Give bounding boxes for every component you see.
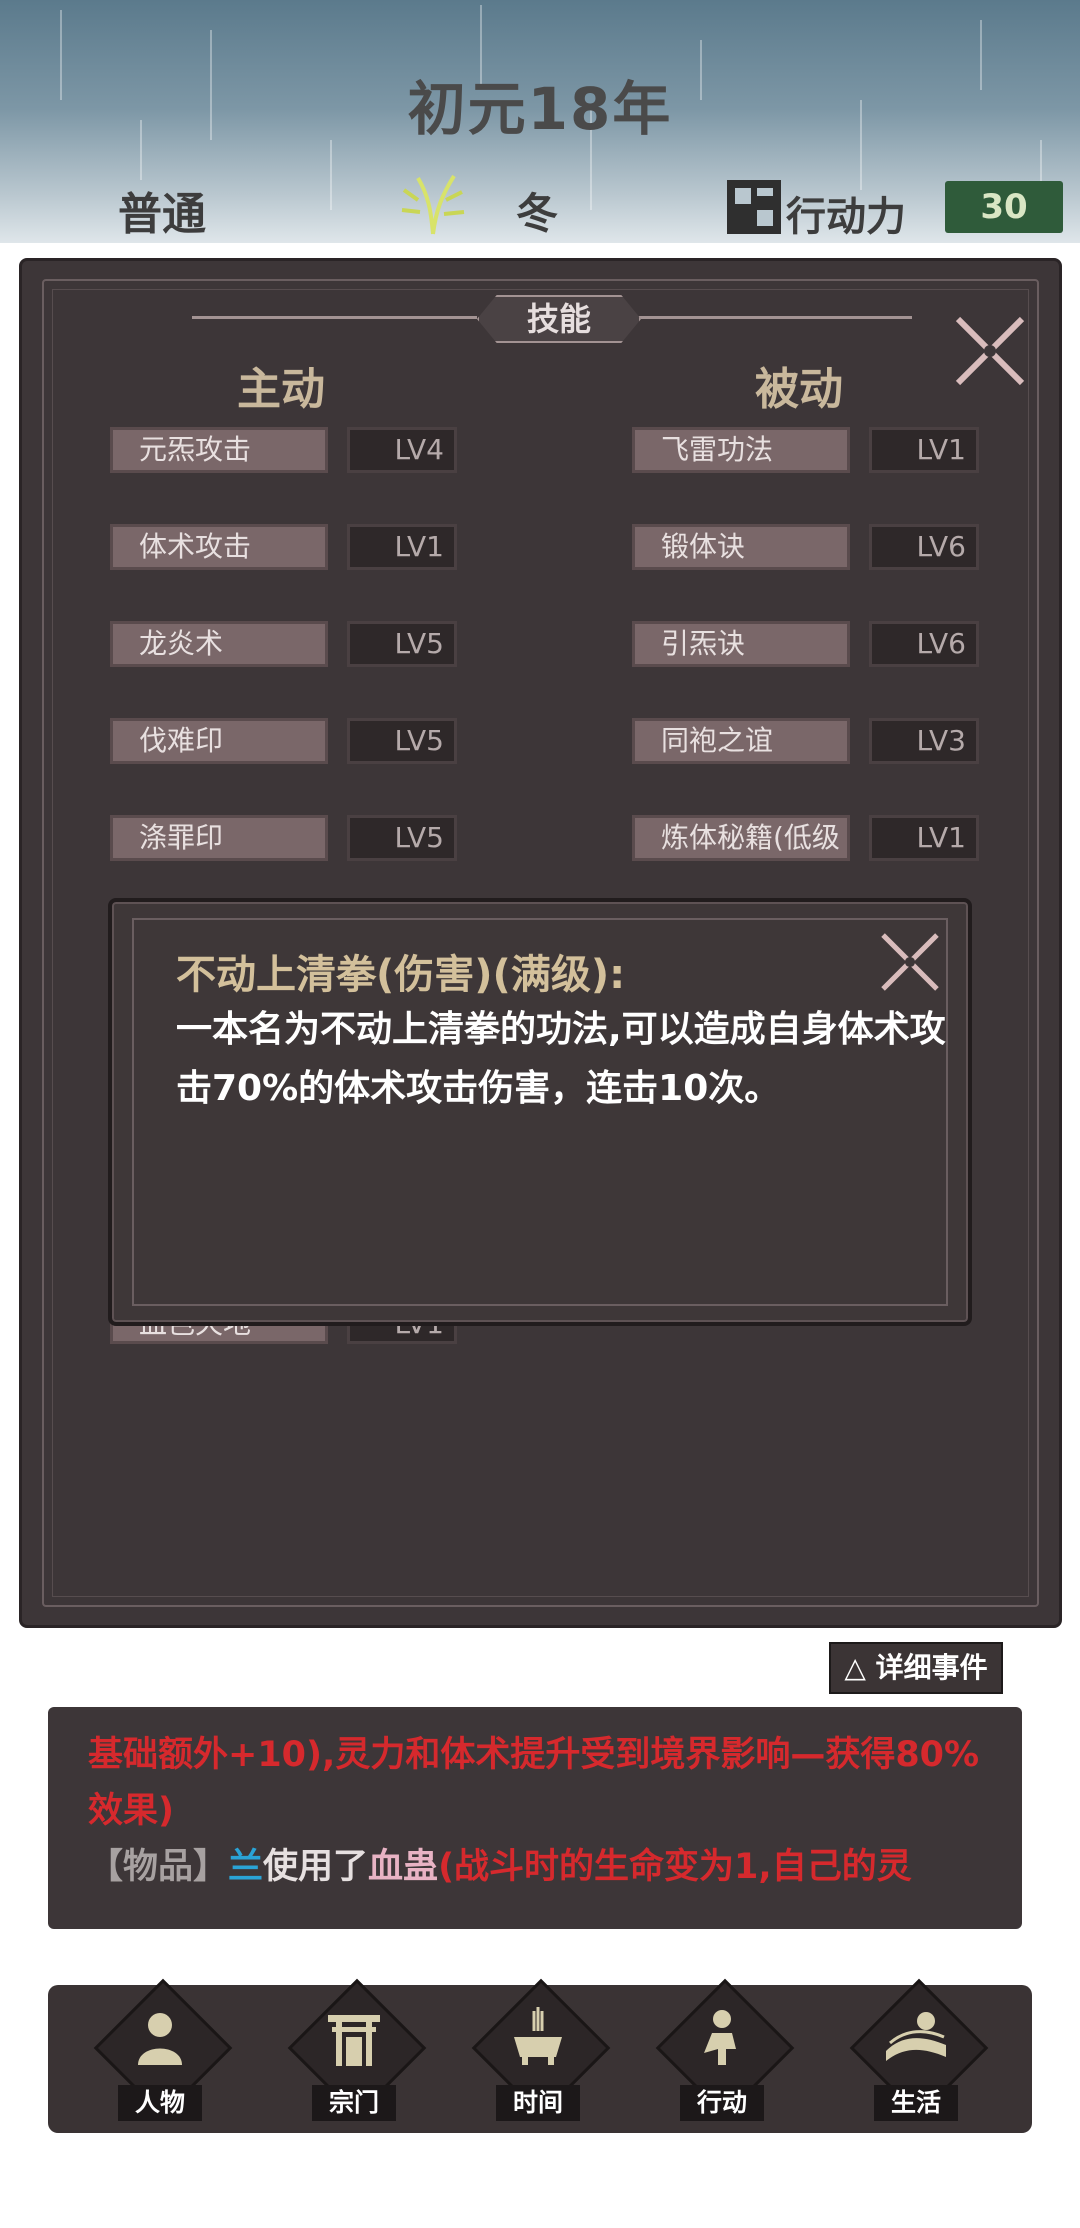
- skill-level: LV6: [869, 621, 979, 667]
- skill-detail-title: 不动上清拳(伤害)(满级):: [176, 952, 626, 998]
- nav-sect[interactable]: 宗门: [284, 1978, 427, 2133]
- nav-time[interactable]: 时间: [468, 1978, 611, 2133]
- nav-label: 时间: [496, 2085, 580, 2121]
- detail-events-button[interactable]: △ 详细事件: [829, 1642, 1003, 1694]
- nav-label: 宗门: [312, 2085, 396, 2121]
- landscape-icon: [886, 2012, 946, 2061]
- active-skill-button[interactable]: 元炁攻击: [110, 427, 328, 473]
- action-points-value: 30: [945, 181, 1063, 233]
- nav-action[interactable]: 行动: [652, 1978, 795, 2133]
- event-effect: (战斗时的生命变为1,自己的灵: [438, 1847, 912, 1887]
- nav-label: 生活: [874, 2085, 958, 2121]
- skill-level: LV6: [869, 524, 979, 570]
- year-title: 初元18年: [407, 75, 673, 143]
- event-actor: 兰: [228, 1847, 264, 1887]
- passive-skill-button[interactable]: 飞雷功法: [632, 427, 850, 473]
- close-icon[interactable]: [878, 930, 942, 994]
- event-log[interactable]: 基础额外+10),灵力和体术提升受到境界影响—获得80%效果) 【物品】兰使用了…: [48, 1707, 1022, 1929]
- skill-level: LV5: [347, 718, 457, 764]
- skill-level: LV5: [347, 621, 457, 667]
- event-line: 基础额外+10),灵力和体术提升受到境界影响—获得80%效果): [88, 1735, 980, 1831]
- nav-life[interactable]: 生活: [846, 1978, 989, 2133]
- event-action: 使用了: [263, 1847, 369, 1887]
- incense-burner-icon: [514, 2007, 562, 2065]
- nav-label: 人物: [118, 2085, 202, 2121]
- skill-level: LV1: [347, 524, 457, 570]
- passive-skill-button[interactable]: 引炁诀: [632, 621, 850, 667]
- winter-plant-icon: [401, 174, 465, 235]
- action-points-icon: [727, 180, 781, 234]
- event-tag: 【物品】: [88, 1847, 229, 1887]
- close-icon[interactable]: [952, 313, 1028, 389]
- sect-gate-icon: [328, 2015, 380, 2066]
- skill-level: LV5: [347, 815, 457, 861]
- season-label: 冬: [516, 189, 559, 238]
- nav-label: 行动: [680, 2085, 764, 2121]
- top-status-bar: 初元18年 普通 冬 行动力 30: [0, 0, 1080, 243]
- person-icon: [138, 2013, 182, 2065]
- active-skill-button[interactable]: 龙炎术: [110, 621, 328, 667]
- passive-skill-button[interactable]: 锻体诀: [632, 524, 850, 570]
- passive-skill-button[interactable]: 同袍之谊: [632, 718, 850, 764]
- nav-person[interactable]: 人物: [90, 1978, 233, 2133]
- skill-level: LV1: [869, 815, 979, 861]
- skill-level: LV4: [347, 427, 457, 473]
- active-skill-button[interactable]: 体术攻击: [110, 524, 328, 570]
- skill-level: LV1: [869, 427, 979, 473]
- bottom-nav: 人物 宗门 时间 行动 生活: [48, 1978, 1032, 2133]
- action-points-label: 行动力: [786, 194, 906, 240]
- active-skill-button[interactable]: 伐难印: [110, 718, 328, 764]
- difficulty-label: 普通: [118, 189, 206, 240]
- skill-detail-description: 一本名为不动上清拳的功法,可以造成自身体术攻击70%的体术攻击伤害，连击10次。: [176, 1009, 946, 1109]
- passive-skill-button[interactable]: 炼体秘籍(低级: [632, 815, 850, 861]
- skill-panel-title: 技能: [477, 295, 641, 343]
- skill-detail-popup: 不动上清拳(伤害)(满级): 一本名为不动上清拳的功法,可以造成自身体术攻击70…: [108, 898, 972, 1326]
- skill-level: LV3: [869, 718, 979, 764]
- event-item: 血蛊: [368, 1847, 439, 1887]
- active-skill-button[interactable]: 涤罪印: [110, 815, 328, 861]
- action-icon: [704, 2010, 736, 2065]
- passive-skills-heading: 被动: [755, 364, 843, 415]
- active-skills-heading: 主动: [237, 364, 325, 415]
